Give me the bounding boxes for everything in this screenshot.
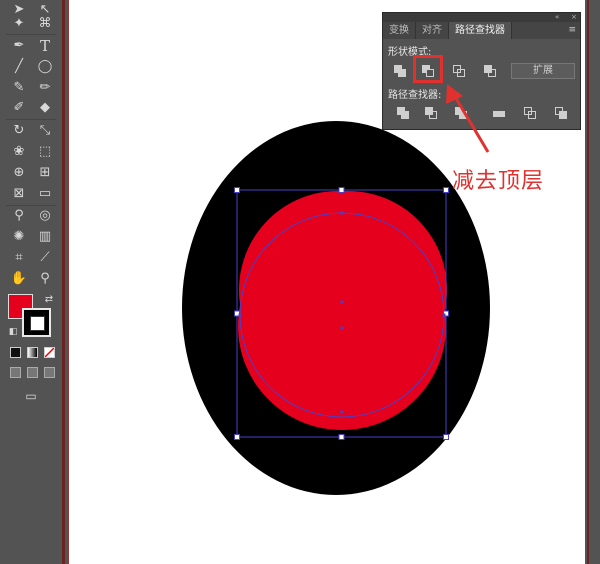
- draw-behind-icon[interactable]: [27, 367, 38, 378]
- gradient-tool-icon[interactable]: ▭: [34, 184, 56, 204]
- selection-handle[interactable]: [443, 187, 449, 193]
- collapse-panel-icon[interactable]: «: [555, 13, 559, 22]
- selection-handle[interactable]: [234, 187, 240, 193]
- blob-brush-tool-icon[interactable]: ✐: [8, 98, 30, 118]
- lasso-tool-icon[interactable]: ⌘: [34, 14, 56, 34]
- minus-back-button[interactable]: [553, 105, 571, 121]
- default-colors-icon[interactable]: ◧: [2, 322, 24, 342]
- tab-pathfinder[interactable]: 路径查找器: [449, 22, 512, 39]
- shape-builder-tool-icon[interactable]: ⊕: [8, 163, 30, 183]
- selection-handle[interactable]: [443, 434, 449, 440]
- outline-button[interactable]: [522, 105, 540, 121]
- screen-mode-icon[interactable]: ▭: [20, 386, 42, 406]
- divide-button[interactable]: [395, 105, 413, 121]
- gradient-mode-icon[interactable]: [27, 347, 38, 358]
- magic-wand-tool-icon[interactable]: ✦: [8, 14, 30, 34]
- anchor-point[interactable]: [340, 211, 344, 215]
- perspective-grid-tool-icon[interactable]: ⊞: [34, 163, 56, 183]
- zoom-tool-icon[interactable]: ⚲: [34, 269, 56, 289]
- toolbar-divider: [6, 119, 56, 120]
- paintbrush-tool-icon[interactable]: ✎: [8, 78, 30, 98]
- panel-titlebar[interactable]: « ×: [383, 13, 580, 22]
- swap-colors-icon[interactable]: ⇄: [38, 290, 60, 310]
- pencil-tool-icon[interactable]: ✏: [34, 78, 56, 98]
- panel-menu-icon[interactable]: ≡: [568, 22, 576, 39]
- intersect-button[interactable]: [451, 63, 469, 79]
- slice-tool-icon[interactable]: ⟋: [34, 248, 56, 268]
- exclude-button[interactable]: [482, 63, 500, 79]
- stroke-color-swatch[interactable]: [22, 308, 51, 337]
- document-frame-left: [62, 0, 65, 564]
- document-frame-right: [585, 0, 600, 564]
- scale-tool-icon[interactable]: ⤡: [34, 121, 56, 141]
- eyedropper-tool-icon[interactable]: ⚲: [8, 206, 30, 226]
- panel-tabs: 变换 对齐 路径查找器 ≡: [383, 22, 580, 39]
- anchor-point[interactable]: [442, 313, 446, 317]
- column-graph-tool-icon[interactable]: ▥: [34, 227, 56, 247]
- line-tool-icon[interactable]: ╱: [8, 57, 30, 77]
- free-transform-tool-icon[interactable]: ⬚: [34, 142, 56, 162]
- tools-panel: ➤ ↖ ✦ ⌘ ✒ T ╱ ◯ ✎ ✏ ✐ ◆ ↻ ⤡ ❀ ⬚ ⊕ ⊞ ⊠ ▭ …: [0, 0, 62, 564]
- warp-tool-icon[interactable]: ❀: [8, 142, 30, 162]
- toolbar-divider: [6, 34, 56, 35]
- crop-icon: [493, 111, 505, 117]
- tab-align[interactable]: 对齐: [416, 22, 449, 39]
- anchor-point[interactable]: [340, 326, 344, 330]
- anchor-point[interactable]: [238, 313, 242, 317]
- crop-button[interactable]: [491, 105, 509, 121]
- selection-handle[interactable]: [234, 434, 240, 440]
- red-circle-bottom[interactable]: [238, 222, 446, 430]
- close-panel-icon[interactable]: ×: [571, 13, 577, 22]
- color-mode-icon[interactable]: [10, 347, 21, 358]
- pen-tool-icon[interactable]: ✒: [8, 36, 30, 56]
- pathfinder-panel: « × 变换 对齐 路径查找器 ≡ 形状模式: 扩展 路径查找器:: [382, 12, 581, 130]
- selection-handle[interactable]: [338, 187, 345, 193]
- pathfinders-label: 路径查找器:: [388, 90, 442, 101]
- draw-inside-icon[interactable]: [44, 367, 55, 378]
- blend-tool-icon[interactable]: ◎: [34, 206, 56, 226]
- artboard-tool-icon[interactable]: ⌗: [8, 248, 30, 268]
- minus-front-highlight-box: [413, 55, 443, 83]
- selection-handle[interactable]: [338, 434, 345, 440]
- ellipse-tool-icon[interactable]: ◯: [34, 57, 56, 77]
- trim-button[interactable]: [423, 105, 441, 121]
- symbol-sprayer-tool-icon[interactable]: ✺: [8, 227, 30, 247]
- annotation-label: 减去顶层: [452, 169, 545, 194]
- anchor-point[interactable]: [340, 300, 344, 304]
- tab-transform[interactable]: 变换: [383, 22, 416, 39]
- anchor-point[interactable]: [340, 410, 344, 414]
- rotate-tool-icon[interactable]: ↻: [8, 121, 30, 141]
- none-mode-icon[interactable]: [44, 347, 55, 358]
- eraser-tool-icon[interactable]: ◆: [34, 98, 56, 118]
- unite-button[interactable]: [392, 63, 410, 79]
- type-tool-icon[interactable]: T: [34, 36, 56, 56]
- merge-button[interactable]: [453, 105, 471, 121]
- mesh-tool-icon[interactable]: ⊠: [8, 184, 30, 204]
- expand-button[interactable]: 扩展: [511, 63, 575, 79]
- draw-normal-icon[interactable]: [10, 367, 21, 378]
- hand-tool-icon[interactable]: ✋: [8, 269, 30, 289]
